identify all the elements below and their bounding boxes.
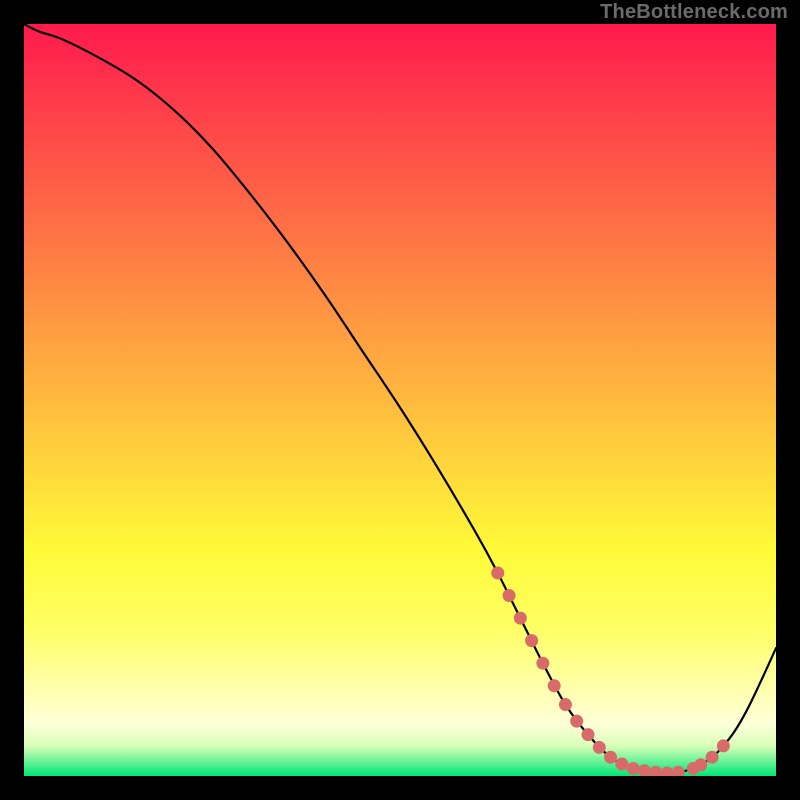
highlight-marker (525, 634, 538, 647)
highlight-marker (548, 679, 561, 692)
highlight-marker (649, 766, 662, 776)
highlight-marker (627, 762, 640, 775)
highlight-marker (638, 764, 651, 776)
highlight-marker (559, 698, 572, 711)
bottleneck-curve (24, 24, 776, 773)
highlight-marker (582, 728, 595, 741)
highlight-marker (570, 715, 583, 728)
highlight-marker (604, 751, 617, 764)
watermark-text: TheBottleneck.com (600, 1, 788, 24)
highlight-marker (717, 739, 730, 752)
chart-plot-area (24, 24, 776, 776)
highlight-marker (514, 612, 527, 625)
highlight-marker (660, 766, 673, 776)
highlight-markers (491, 566, 730, 776)
highlight-marker (615, 757, 628, 770)
highlight-marker (491, 566, 504, 579)
highlight-marker (503, 589, 516, 602)
highlight-marker (694, 758, 707, 771)
highlight-marker (672, 766, 685, 776)
highlight-marker (706, 751, 719, 764)
highlight-marker (593, 741, 606, 754)
chart-svg (24, 24, 776, 776)
highlight-marker (536, 657, 549, 670)
